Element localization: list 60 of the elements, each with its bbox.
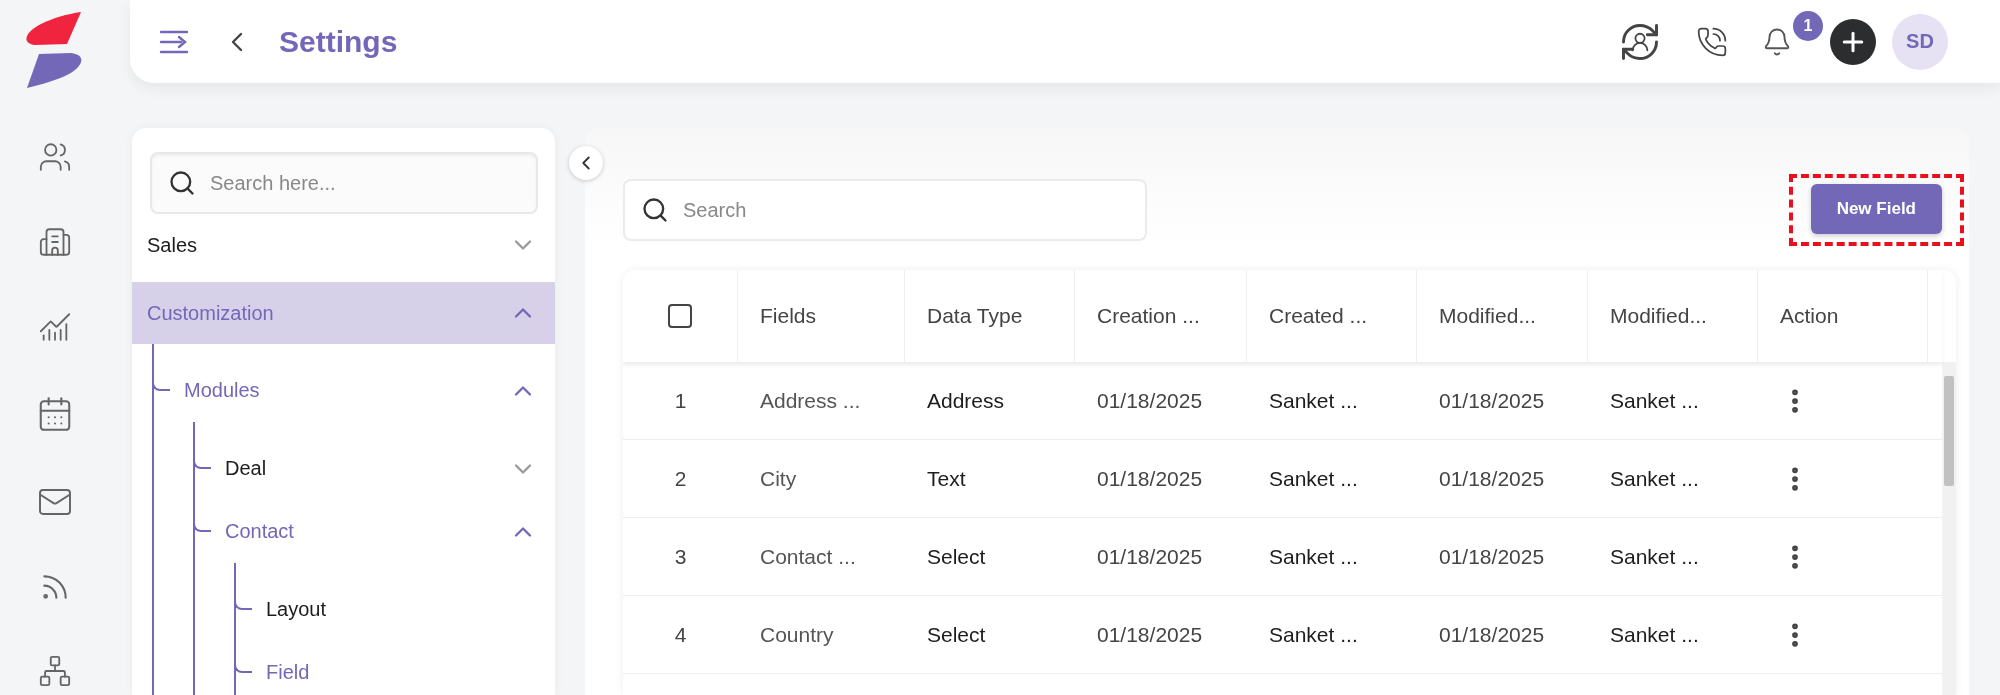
selected-nav-row[interactable]: Customization xyxy=(132,282,555,344)
table-cell-text: Sanket ... xyxy=(1609,621,1700,648)
table-cell-text: 01/18/2025 xyxy=(1438,543,1546,570)
notification-badge: 1 xyxy=(1793,10,1823,41)
row-number: 2 xyxy=(673,465,688,492)
people-icon[interactable] xyxy=(38,140,72,174)
nav-item[interactable]: Sales xyxy=(132,233,509,257)
table-cell-text: Country xyxy=(759,621,835,648)
table-cell-text: 01/18/2025 xyxy=(1096,465,1204,492)
chart-icon[interactable] xyxy=(38,310,72,344)
row-number: 4 xyxy=(673,621,688,648)
table-cell-text: Sanket ... xyxy=(1268,465,1359,492)
row-number: 3 xyxy=(673,543,688,570)
table-cell-text: Sanket ... xyxy=(1609,387,1700,414)
column-header: Fields xyxy=(738,270,905,362)
nav-item[interactable]: Field xyxy=(266,661,537,684)
add-button[interactable] xyxy=(1830,18,1876,65)
table-cell-text: Select xyxy=(926,621,987,648)
table-cell-text: 01/18/2025 xyxy=(1438,387,1546,414)
network-icon[interactable] xyxy=(38,654,72,688)
checkbox[interactable] xyxy=(668,304,692,328)
table-cell-text: Sanket ... xyxy=(1268,387,1359,414)
search-field[interactable]: Search xyxy=(623,179,1147,241)
column-header: Modified... xyxy=(1417,270,1588,362)
column-header: Data Type xyxy=(905,270,1075,362)
row-number: 1 xyxy=(673,387,688,414)
search-icon xyxy=(641,196,669,224)
table-cell-text: 01/18/2025 xyxy=(1438,465,1546,492)
table-cell-text: 01/18/2025 xyxy=(1438,621,1546,648)
new-field-button[interactable]: New Field xyxy=(1810,184,1942,234)
nav-item[interactable]: Customization xyxy=(132,301,509,325)
nav-item[interactable]: Layout xyxy=(266,598,537,621)
column-header: Creation ... xyxy=(1075,270,1247,362)
table-cell-text: 01/18/2025 xyxy=(1096,621,1204,648)
table-cell-text: Sanket ... xyxy=(1268,621,1359,648)
table-cell-text: Address ... xyxy=(759,387,862,414)
table-cell-text: Address xyxy=(926,387,1006,414)
collapse-button[interactable] xyxy=(569,146,603,180)
table-cell-text: Text xyxy=(926,465,967,492)
search-field[interactable]: Search here... xyxy=(150,152,538,214)
column-header: Created ... xyxy=(1247,270,1417,362)
column-header: Modified... xyxy=(1588,270,1758,362)
page-title: Settings xyxy=(279,24,398,59)
table-cell-text: 01/18/2025 xyxy=(1096,543,1204,570)
table-cell-text: Sanket ... xyxy=(1609,543,1700,570)
column-header: Action xyxy=(1758,270,1928,362)
table-cell-text: Select xyxy=(926,543,987,570)
nav-item[interactable]: Modules xyxy=(184,379,509,402)
table-cell-text: 01/18/2025 xyxy=(1096,387,1204,414)
table-cell-text: City xyxy=(759,465,798,492)
scrollbar[interactable] xyxy=(1942,362,1956,695)
user-avatar[interactable]: SD xyxy=(1892,13,1948,70)
bell-icon[interactable] xyxy=(1762,26,1792,57)
building-icon[interactable] xyxy=(38,225,72,259)
table-cell-text: Sanket ... xyxy=(1609,465,1700,492)
search-icon xyxy=(168,169,196,197)
table-cell-text: Sanket ... xyxy=(1268,543,1359,570)
nav-item[interactable]: Deal xyxy=(225,457,509,480)
nav-item[interactable]: Contact xyxy=(225,520,509,543)
table-cell-text: Contact ... xyxy=(759,543,857,570)
